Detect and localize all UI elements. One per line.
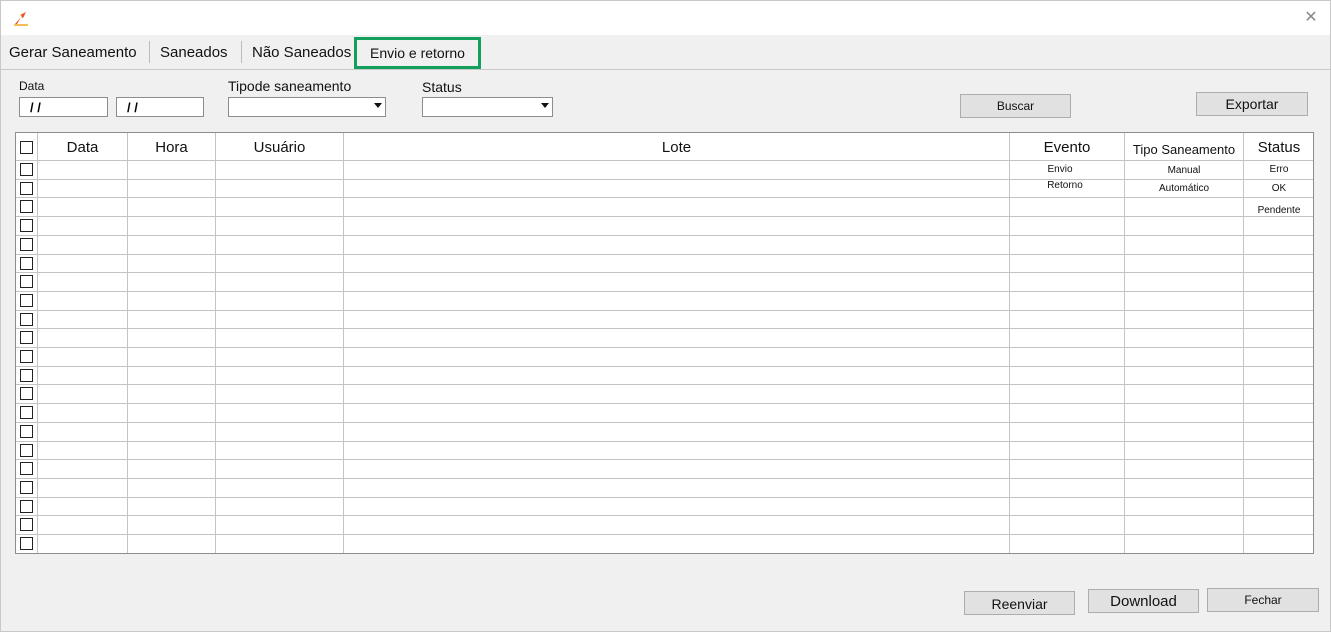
row-divider: [16, 310, 1313, 311]
row-checkbox[interactable]: [20, 406, 33, 419]
download-button[interactable]: Download: [1088, 589, 1199, 613]
tipo-saneamento-select[interactable]: [228, 97, 386, 117]
row-divider: [16, 515, 1313, 516]
status-label: Status: [422, 79, 462, 95]
row-checkbox[interactable]: [20, 275, 33, 288]
row-checkbox[interactable]: [20, 537, 33, 550]
date-from-field[interactable]: / /: [19, 97, 108, 117]
row-divider: [16, 403, 1313, 404]
status-cell: OK: [1271, 183, 1287, 194]
row-checkbox[interactable]: [20, 462, 33, 475]
close-icon[interactable]: ✕: [1302, 9, 1320, 27]
row-checkbox[interactable]: [20, 294, 33, 307]
main-window: ✕ Gerar Saneamento Saneados Não Saneados…: [0, 0, 1331, 632]
data-label: Data: [19, 79, 45, 93]
row-divider: [16, 384, 1313, 385]
fechar-button[interactable]: Fechar: [1207, 588, 1319, 612]
row-divider: [16, 328, 1313, 329]
column-header-hora[interactable]: Hora: [128, 139, 215, 156]
tipo-saneamento-cell: Automático: [1158, 183, 1210, 194]
column-header-tipo-saneamento[interactable]: Tipo Saneamento: [1125, 142, 1243, 157]
row-checkbox[interactable]: [20, 257, 33, 270]
row-checkbox[interactable]: [20, 369, 33, 382]
column-header-evento[interactable]: Evento: [1010, 139, 1124, 156]
row-divider: [16, 422, 1313, 423]
reenviar-button[interactable]: Reenviar: [964, 591, 1075, 615]
chevron-down-icon: [541, 103, 549, 108]
tab-envio-e-retorno[interactable]: Envio e retorno: [354, 37, 481, 69]
row-divider: [16, 459, 1313, 460]
status-select[interactable]: [422, 97, 553, 117]
header-divider: [16, 160, 1313, 161]
tipo-saneamento-label: Tipode saneamento: [228, 78, 352, 94]
row-divider: [16, 441, 1313, 442]
row-divider: [16, 291, 1313, 292]
row-checkbox[interactable]: [20, 350, 33, 363]
row-divider: [16, 366, 1313, 367]
row-checkbox[interactable]: [20, 238, 33, 251]
select-all-checkbox[interactable]: [20, 141, 33, 154]
row-divider: [16, 235, 1313, 236]
status-cell: Pendente: [1257, 205, 1301, 216]
row-checkbox[interactable]: [20, 163, 33, 176]
status-cell: Erro: [1269, 164, 1289, 175]
row-divider: [16, 197, 1313, 198]
evento-cell: Retorno: [1047, 180, 1083, 191]
tab-saneados[interactable]: Saneados: [160, 35, 228, 69]
row-divider: [16, 347, 1313, 348]
column-divider: [1243, 133, 1244, 553]
row-divider: [16, 553, 1313, 554]
tab-bar: Gerar Saneamento Saneados Não Saneados E…: [1, 35, 1330, 70]
app-logo-icon: [14, 12, 28, 26]
row-divider: [16, 216, 1313, 217]
row-checkbox[interactable]: [20, 387, 33, 400]
column-divider: [343, 133, 344, 553]
tipo-saneamento-cell: Manual: [1167, 165, 1201, 176]
row-divider: [16, 478, 1313, 479]
column-divider: [215, 133, 216, 553]
row-checkbox[interactable]: [20, 500, 33, 513]
row-checkbox[interactable]: [20, 313, 33, 326]
buscar-button[interactable]: Buscar: [960, 94, 1071, 118]
row-checkbox[interactable]: [20, 518, 33, 531]
tab-nao-saneados[interactable]: Não Saneados: [252, 35, 351, 69]
date-to-field[interactable]: / /: [116, 97, 204, 117]
tab-separator: [149, 41, 150, 63]
row-checkbox[interactable]: [20, 481, 33, 494]
column-header-data[interactable]: Data: [38, 139, 127, 156]
evento-cell: Envio: [1047, 164, 1073, 175]
column-divider: [1124, 133, 1125, 553]
row-divider: [16, 534, 1313, 535]
column-header-lote[interactable]: Lote: [344, 139, 1009, 156]
tab-separator: [241, 41, 242, 63]
row-divider: [16, 254, 1313, 255]
row-checkbox[interactable]: [20, 182, 33, 195]
row-checkbox[interactable]: [20, 331, 33, 344]
row-checkbox[interactable]: [20, 219, 33, 232]
row-divider: [16, 497, 1313, 498]
row-divider: [16, 272, 1313, 273]
row-checkbox[interactable]: [20, 444, 33, 457]
column-header-usuario[interactable]: Usuário: [216, 139, 343, 156]
results-table: Data Hora Usuário Lote Evento Tipo Sanea…: [15, 132, 1314, 554]
column-divider: [127, 133, 128, 553]
title-bar: ✕: [1, 1, 1330, 35]
exportar-button[interactable]: Exportar: [1196, 92, 1308, 116]
row-checkbox[interactable]: [20, 200, 33, 213]
row-checkbox[interactable]: [20, 425, 33, 438]
tab-gerar-saneamento[interactable]: Gerar Saneamento: [9, 35, 137, 69]
chevron-down-icon: [374, 103, 382, 108]
column-divider: [37, 133, 38, 553]
column-divider: [1009, 133, 1010, 553]
column-header-status[interactable]: Status: [1244, 139, 1313, 156]
